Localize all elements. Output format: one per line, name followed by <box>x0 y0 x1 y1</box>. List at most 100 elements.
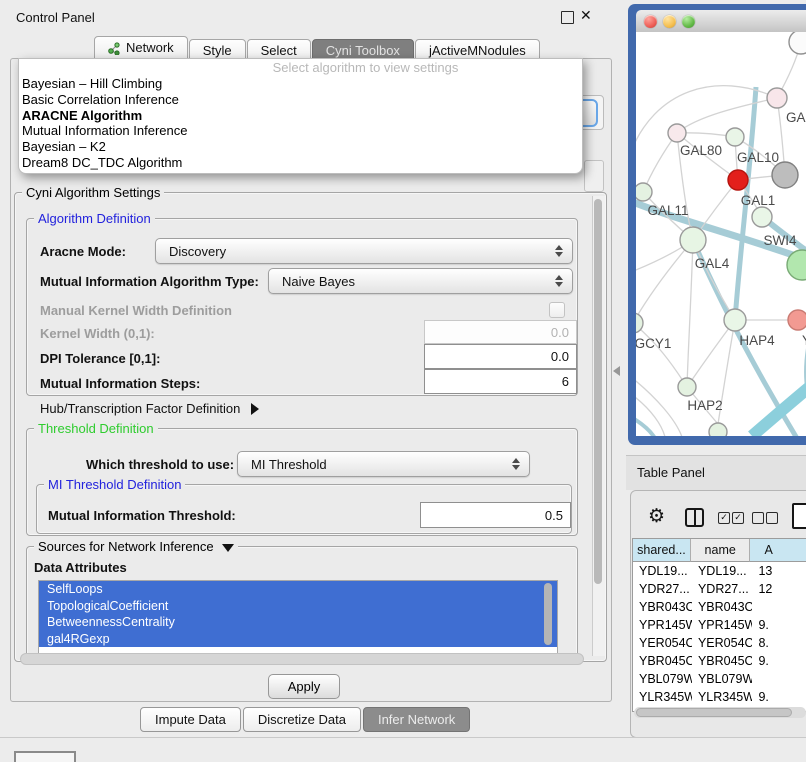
node-label: GCY1 <box>636 336 671 351</box>
node-hap4[interactable] <box>724 309 746 331</box>
list-item[interactable]: BetweennessCentrality <box>39 614 557 631</box>
list-item[interactable]: gal4RGexp <box>39 631 557 648</box>
which-threshold-value: MI Threshold <box>238 457 512 472</box>
manual-kernel-checkbox[interactable] <box>549 302 565 318</box>
node-gray[interactable] <box>772 162 798 188</box>
column-header-shared[interactable]: shared... <box>633 539 691 562</box>
mi-type-label: Mutual Information Algorithm Type: <box>40 274 259 289</box>
apply-button[interactable]: Apply <box>268 674 340 699</box>
settings-scrollbar-thumb[interactable] <box>594 199 602 584</box>
sources-group-title[interactable]: Sources for Network Inference <box>34 539 238 554</box>
checked-box-icon[interactable]: ✓ <box>732 512 744 524</box>
node-gal1[interactable] <box>728 170 748 190</box>
table-row[interactable]: YDL19...YDL19...13 <box>633 562 806 580</box>
tab-discretize-data-label: Discretize Data <box>258 712 346 727</box>
collapse-arrow-icon <box>222 544 234 552</box>
mi-steps-field[interactable]: 6 <box>424 369 577 394</box>
hub-section-toggle[interactable]: Hub/Transcription Factor Definition <box>40 401 259 416</box>
node-label: GAL11 <box>647 203 688 218</box>
gear-icon[interactable]: ⚙ <box>648 505 665 527</box>
column-header-partial[interactable]: A <box>750 539 806 562</box>
table-row[interactable]: YBR043CYBR043C <box>633 598 806 616</box>
close-panel-icon[interactable]: ✕ <box>580 8 592 24</box>
columns-divider <box>694 510 696 525</box>
node-gal10[interactable] <box>726 128 744 146</box>
splitter-collapse-icon[interactable] <box>613 366 620 376</box>
sources-title-text: Sources for Network Inference <box>38 539 214 554</box>
zoom-window-icon[interactable] <box>682 15 695 28</box>
cyni-algorithm-settings-title: Cyni Algorithm Settings <box>22 185 164 200</box>
list-scrollbar-thumb[interactable] <box>544 583 552 645</box>
checked-box-icon[interactable]: ✓ <box>718 512 730 524</box>
aracne-mode-select[interactable]: Discovery <box>155 238 573 264</box>
document-icon[interactable] <box>792 503 806 529</box>
node-table[interactable]: shared... name A YDL19...YDL19...13 YDR2… <box>632 538 806 712</box>
unchecked-box-icon[interactable] <box>766 512 778 524</box>
network-view-canvas[interactable]: GAL GAL80 GAL10 GAL1 GAL11 SWI4 GAL4 GCY… <box>636 32 806 436</box>
close-window-icon[interactable] <box>644 15 657 28</box>
kernel-width-field[interactable]: 0.0 <box>424 320 577 344</box>
mi-steps-label: Mutual Information Steps: <box>40 376 200 391</box>
node-unlabeled-bottom[interactable] <box>709 423 727 436</box>
dpi-tolerance-field[interactable]: 0.0 <box>424 344 577 369</box>
dpi-tolerance-value: 0.0 <box>551 349 569 364</box>
algorithm-option-selected[interactable]: ARACNE Algorithm <box>22 108 582 124</box>
column-header-name[interactable]: name <box>691 539 751 562</box>
tab-infer-network[interactable]: Infer Network <box>363 707 470 732</box>
node-y-partial[interactable] <box>788 310 806 330</box>
kernel-width-label: Kernel Width (0,1): <box>40 326 155 341</box>
settings-hscrollbar[interactable] <box>20 653 584 665</box>
minimized-panel-grip[interactable] <box>14 751 76 762</box>
algorithm-option[interactable]: Basic Correlation Inference <box>22 92 582 108</box>
network-window-titlebar[interactable] <box>636 10 806 33</box>
mi-type-select[interactable]: Naive Bayes <box>268 268 573 294</box>
tab-impute-data-label: Impute Data <box>155 712 226 727</box>
unchecked-box-icon[interactable] <box>752 512 764 524</box>
node-gal4[interactable] <box>680 227 706 253</box>
hub-section-label: Hub/Transcription Factor Definition <box>40 401 240 416</box>
float-panel-icon[interactable] <box>561 11 574 24</box>
algorithm-option[interactable]: Dream8 DC_TDC Algorithm <box>22 155 582 171</box>
tab-infer-network-label: Infer Network <box>378 712 455 727</box>
table-hscrollbar-track[interactable] <box>634 707 806 718</box>
minimize-window-icon[interactable] <box>663 15 676 28</box>
table-row[interactable]: YBR045CYBR045C9. <box>633 652 806 670</box>
node-label: HAP2 <box>687 398 722 413</box>
table-hscrollbar-thumb[interactable] <box>636 708 792 717</box>
bottom-divider <box>0 737 806 738</box>
table-row[interactable]: YDR27...YDR27...12 <box>633 580 806 598</box>
algorithm-option[interactable]: Mutual Information Inference <box>22 123 582 139</box>
which-threshold-select[interactable]: MI Threshold <box>237 451 530 477</box>
table-row[interactable]: YPR145WYPR145W9. <box>633 616 806 634</box>
table-panel-titlebar: Table Panel <box>626 455 806 490</box>
stepper-icon <box>555 275 563 287</box>
node-hap2[interactable] <box>678 378 696 396</box>
stepper-icon <box>512 458 520 470</box>
node-gal80[interactable] <box>668 124 686 142</box>
node-gal11[interactable] <box>636 183 652 201</box>
tab-network[interactable]: Network <box>94 36 188 60</box>
data-attributes-list[interactable]: SelfLoops TopologicalCoefficient Between… <box>38 580 558 654</box>
node-gal-partial[interactable] <box>767 88 787 108</box>
columns-icon[interactable] <box>685 508 704 527</box>
node-unlabeled-top[interactable] <box>789 32 806 54</box>
mi-threshold-field[interactable]: 0.5 <box>420 502 571 528</box>
list-item[interactable]: SelfLoops <box>39 581 557 598</box>
tab-discretize-data[interactable]: Discretize Data <box>243 707 361 732</box>
list-item[interactable]: TopologicalCoefficient <box>39 598 557 615</box>
bottom-tabbar: Impute Data Discretize Data Infer Network <box>140 707 472 732</box>
mi-steps-value: 6 <box>562 374 569 389</box>
node-unlabeled-mid[interactable] <box>752 207 772 227</box>
algorithm-option[interactable]: Bayesian – Hill Climbing <box>22 76 582 92</box>
mi-threshold-group-title: MI Threshold Definition <box>44 477 185 492</box>
kernel-width-value: 0.0 <box>551 325 569 340</box>
apply-button-label: Apply <box>288 679 321 694</box>
data-attributes-label: Data Attributes <box>34 560 127 575</box>
aracne-mode-value: Discovery <box>156 244 555 259</box>
tab-impute-data[interactable]: Impute Data <box>140 707 241 732</box>
tab-network-label: Network <box>126 37 174 59</box>
table-row[interactable]: YER054CYER054C8. <box>633 634 806 652</box>
algorithm-option[interactable]: Bayesian – K2 <box>22 139 582 155</box>
table-row[interactable]: YBL079WYBL079W <box>633 670 806 688</box>
table-row[interactable]: YLR345WYLR345W9. <box>633 688 806 706</box>
